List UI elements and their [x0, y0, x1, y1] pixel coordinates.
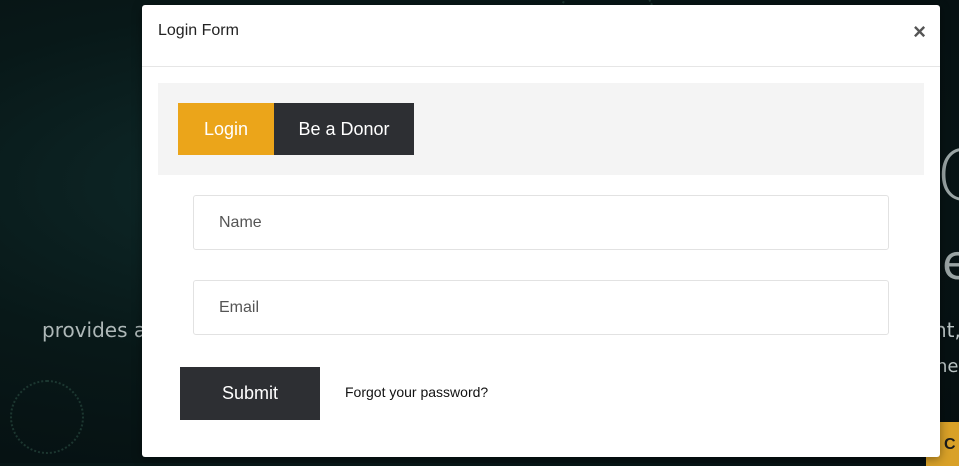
tab-panel: Login Be a Donor	[158, 83, 924, 175]
name-field[interactable]	[193, 195, 889, 250]
forgot-password-link[interactable]: Forgot your password?	[345, 384, 488, 400]
virus-decoration	[10, 380, 84, 454]
tab-login[interactable]: Login	[178, 103, 274, 155]
modal-header: Login Form ×	[142, 5, 940, 67]
hero-text-left: provides a	[42, 318, 147, 342]
tab-be-a-donor[interactable]: Be a Donor	[274, 103, 414, 155]
modal-title: Login Form	[158, 22, 239, 39]
login-modal: Login Form × Login Be a Donor Submit For…	[142, 5, 940, 457]
close-icon[interactable]: ×	[913, 20, 926, 44]
hero-heading-fragment-2: e	[942, 235, 959, 291]
email-field[interactable]	[193, 280, 889, 335]
submit-button[interactable]: Submit	[180, 367, 320, 420]
